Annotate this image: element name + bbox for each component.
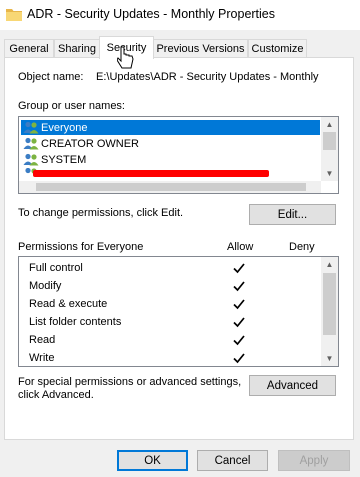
permissions-list[interactable]: Full control Modify Read & execute List … [18, 256, 339, 367]
tab-previous-versions[interactable]: Previous Versions [153, 39, 248, 58]
object-name-value: E:\Updates\ADR - Security Updates - Mont… [96, 71, 319, 83]
permission-row-full-control: Full control [29, 259, 83, 277]
dialog-footer: OK Cancel Apply [0, 440, 360, 477]
permission-label: Read [29, 334, 56, 346]
scroll-down-icon[interactable]: ▼ [321, 351, 338, 366]
change-permissions-text: To change permissions, click Edit. [18, 207, 184, 219]
ok-button[interactable]: OK [117, 450, 188, 471]
allow-header: Allow [227, 241, 254, 253]
permission-row-modify: Modify [29, 277, 61, 295]
folder-icon [6, 9, 22, 21]
hand-cursor-icon [117, 46, 134, 69]
scroll-down-icon[interactable]: ▼ [321, 166, 338, 181]
list-item-label: SYSTEM [41, 153, 87, 166]
scroll-thumb[interactable] [36, 183, 306, 191]
allow-check-icon [233, 335, 245, 346]
permission-label: List folder contents [29, 316, 122, 328]
click-advanced-text: click Advanced. [18, 389, 94, 401]
deny-header: Deny [289, 241, 315, 253]
tab-sharing[interactable]: Sharing [54, 39, 100, 58]
object-name-label: Object name: [18, 71, 84, 83]
permission-row-read-execute: Read & execute [29, 295, 107, 313]
users-horizontal-scrollbar[interactable] [19, 181, 321, 193]
special-permissions-text: For special permissions or advanced sett… [18, 376, 242, 388]
title-bar[interactable]: ADR - Security Updates - Monthly Propert… [0, 0, 360, 30]
edit-button[interactable]: Edit... [249, 204, 336, 225]
users-vertical-scrollbar[interactable]: ▲ ▼ [321, 117, 338, 181]
advanced-button[interactable]: Advanced [249, 375, 336, 396]
permission-label: Full control [29, 262, 83, 274]
list-item-everyone[interactable]: Everyone [21, 120, 320, 135]
scroll-up-icon[interactable]: ▲ [321, 117, 338, 132]
list-item-label: CREATOR OWNER [41, 137, 139, 150]
permissions-vertical-scrollbar[interactable]: ▲ ▼ [321, 257, 338, 366]
permission-row-write: Write [29, 349, 55, 366]
apply-button[interactable]: Apply [278, 450, 350, 471]
scroll-thumb[interactable] [323, 273, 336, 335]
tab-general[interactable]: General [4, 39, 54, 58]
scroll-thumb[interactable] [323, 132, 336, 150]
group-names-label: Group or user names: [18, 100, 125, 112]
users-icon [23, 153, 39, 166]
users-icon [23, 121, 39, 134]
allow-check-icon [233, 353, 245, 364]
allow-check-icon [233, 263, 245, 274]
allow-check-icon [233, 299, 245, 310]
permissions-for-label: Permissions for Everyone [18, 241, 144, 253]
window-title: ADR - Security Updates - Monthly Propert… [27, 7, 276, 21]
list-item-label: Everyone [41, 121, 88, 134]
tab-strip: General Sharing Security Previous Versio… [0, 30, 360, 59]
allow-check-icon [233, 281, 245, 292]
users-icon [23, 137, 39, 150]
permission-row-list-folder-contents: List folder contents [29, 313, 121, 331]
permission-label: Write [29, 352, 55, 364]
list-item-system[interactable]: SYSTEM [21, 152, 320, 167]
scroll-up-icon[interactable]: ▲ [321, 257, 338, 272]
tab-customize[interactable]: Customize [248, 39, 307, 58]
permission-label: Read & execute [29, 298, 108, 310]
security-panel: Object name: E:\Updates\ADR - Security U… [4, 57, 354, 440]
cancel-button[interactable]: Cancel [197, 450, 268, 471]
permission-label: Modify [29, 280, 62, 292]
list-item-creator-owner[interactable]: CREATOR OWNER [21, 136, 320, 151]
allow-check-icon [233, 317, 245, 328]
permission-row-read: Read [29, 331, 55, 349]
redaction-mark [33, 170, 269, 177]
users-listbox[interactable]: Everyone CREATOR OWNER SYSTEM ▲ ▼ [18, 116, 339, 194]
